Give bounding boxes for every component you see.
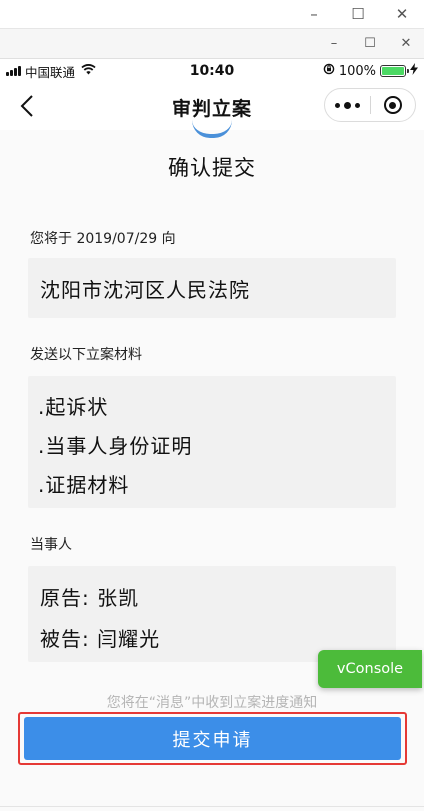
vconsole-button[interactable]: vConsole [318, 650, 422, 688]
maximize-button[interactable]: ☐ [336, 0, 380, 28]
court-label: 您将于 2019/07/29 向 [30, 231, 176, 247]
bottom-divider [0, 806, 424, 807]
step-indicator-icon [192, 120, 232, 138]
page-title: 确认提交 [168, 156, 256, 180]
defendant: 被告: 闫耀光 [40, 627, 161, 651]
rotation-lock-icon [323, 63, 335, 79]
footer: 您将在“消息”中收到立案进度通知 提交申请 [0, 688, 424, 811]
material-item: .起诉状 [38, 395, 109, 419]
material-item: .当事人身份证明 [38, 434, 193, 458]
miniprogram-capsule [324, 88, 416, 122]
submit-button[interactable]: 提交申请 [24, 717, 401, 760]
materials-label: 发送以下立案材料 [30, 347, 142, 363]
more-button[interactable] [325, 101, 370, 109]
more-dot-icon [334, 102, 340, 108]
material-item: .证据材料 [38, 473, 130, 497]
plaintiff: 原告: 张凯 [40, 586, 140, 610]
status-bar: 中国联通 10:40 100% [0, 60, 424, 82]
inner-window-titlebar: – ☐ ✕ [0, 29, 424, 59]
close-window-button[interactable]: ✕ [380, 0, 424, 28]
window-titlebar: – ☐ ✕ [0, 0, 424, 29]
minimize-button[interactable]: – [292, 0, 336, 28]
inner-close-button[interactable]: ✕ [388, 29, 424, 58]
more-dot-icon [343, 101, 351, 109]
battery-icon [380, 65, 409, 77]
inner-maximize-button[interactable]: ☐ [352, 29, 388, 58]
progress-notice: 您将在“消息”中收到立案进度通知 [106, 695, 318, 711]
materials-box: .起诉状 .当事人身份证明 .证据材料 [28, 376, 396, 508]
charging-icon [410, 63, 418, 79]
status-right: 100% [323, 63, 418, 79]
parties-label: 当事人 [30, 537, 72, 553]
court-box: 沈阳市沈河区人民法院 [28, 258, 396, 318]
more-dot-icon [354, 102, 360, 108]
parties-box: 原告: 张凯 被告: 闫耀光 [28, 566, 396, 662]
court-name: 沈阳市沈河区人民法院 [40, 278, 250, 302]
inner-minimize-button[interactable]: – [316, 29, 352, 58]
exit-miniprogram-button[interactable] [371, 96, 416, 114]
battery-percent: 100% [338, 63, 376, 79]
target-close-icon [383, 96, 402, 114]
